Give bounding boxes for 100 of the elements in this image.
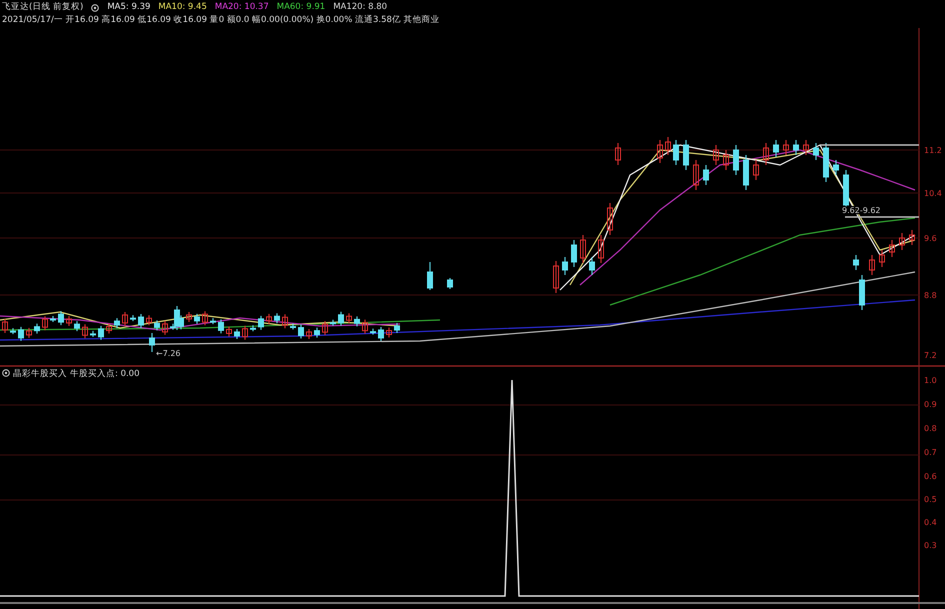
candlestick [138,314,144,329]
axis-label: 0.6 [924,472,937,481]
candlestick [130,314,136,322]
axis-label: 1.0 [924,376,937,385]
candlestick [90,330,96,338]
candlestick [763,142,769,166]
candlestick [370,328,376,336]
candlestick [813,142,819,160]
candlestick [146,314,152,326]
axis-label: 10.4 [924,189,942,198]
candlestick [306,328,312,340]
candlestick [899,232,905,250]
candlestick [673,140,679,166]
axis-label: 0.3 [924,541,937,550]
moving-average-value: MA10: 9.45 [158,1,207,14]
candlestick [282,314,288,329]
candlestick [74,320,80,332]
candlestick [793,140,799,156]
candlestick [589,256,595,276]
axis-label: 0.7 [924,448,937,457]
low-price-label: ←7.26 [156,349,181,358]
candlestick [258,315,264,330]
axis-label: 0.9 [924,400,937,409]
settings-icon[interactable] [2,369,10,377]
candlestick [683,140,689,170]
candlestick [447,278,453,290]
candlestick [186,311,192,322]
axis-label: 9.6 [924,234,937,243]
candlestick [665,136,671,156]
candlestick [615,142,621,166]
candlestick [226,326,232,337]
candlestick [783,140,789,156]
candlestick [703,164,709,186]
candlestick [154,320,160,331]
candlestick [66,315,72,326]
candlestick [394,322,400,334]
candlestick [553,260,559,294]
moving-average-value: MA20: 10.37 [214,1,269,14]
moving-average-value: MA120: 8.80 [333,1,388,14]
candlestick [338,311,344,326]
candlestick [290,323,296,330]
candlestick [210,318,216,325]
candlestick [194,313,200,324]
candlestick [598,234,604,264]
candlestick [427,262,433,290]
candlestick [580,234,586,264]
stock-title: 飞亚达(日线 前复权) [2,1,84,14]
indicator-title: 晶彩牛股买入 [13,369,67,379]
candlestick [202,310,208,326]
moving-average-value: MA60: 9.91 [276,1,326,14]
candlestick [250,324,256,332]
settings-icon[interactable] [91,4,100,12]
candlestick [42,316,48,331]
candlestick [889,240,895,258]
candlestick [833,160,839,176]
axis-label: 7.2 [924,351,937,360]
candlestick [98,325,104,340]
candlestick [82,324,88,339]
candlestick [10,328,16,335]
candlestick [34,323,40,334]
candlestick [58,310,64,326]
candlestick [162,320,168,336]
candlestick [234,328,240,340]
candlestick [909,230,915,246]
candlestick [122,311,128,326]
candlestick [149,332,155,352]
candlestick [106,323,112,334]
candlestick [386,327,392,338]
candlestick [733,144,739,176]
candlestick [362,319,368,334]
axis-label: 8.8 [924,291,937,300]
candlestick [773,140,779,158]
candlestick [723,150,729,170]
candlestick [823,142,829,182]
candlestick [743,154,749,190]
candlestick [274,312,280,324]
candlestick [853,254,859,270]
candlestick [869,254,875,276]
candlestick [242,325,248,340]
candlestick [298,324,304,340]
candlestick [2,318,8,334]
candlestick [562,256,568,276]
candlestick [879,250,885,268]
candlestick [378,326,384,342]
candlestick [693,160,699,190]
candlestick [713,144,719,166]
candlestick [18,326,24,342]
candlestick [607,202,613,236]
axis-label: 0.4 [924,518,937,527]
candlestick [314,327,320,338]
indicator-value: 牛股买入点: 0.00 [70,369,140,379]
candlestick [346,312,352,324]
candlestick [859,274,865,310]
candlestick [803,140,809,156]
candlestick [330,319,336,326]
candlestick [322,320,328,336]
axis-label: 11.2 [924,146,942,155]
axis-label: 0.5 [924,495,937,504]
candlestick [753,160,759,180]
candlestick [50,316,56,323]
